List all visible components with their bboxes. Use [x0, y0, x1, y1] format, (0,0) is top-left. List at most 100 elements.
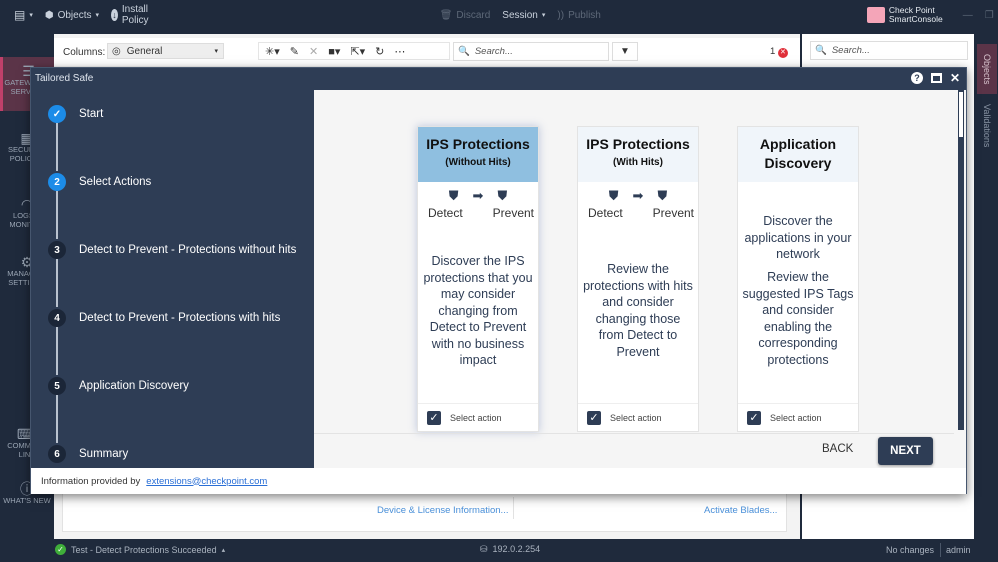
search-icon: 🔍 [815, 45, 827, 56]
columns-dropdown[interactable]: ◎ General ▾ [107, 43, 224, 59]
discard-button[interactable]: 🗑 Discard [434, 10, 497, 21]
new-icon[interactable]: ✳▾ [265, 45, 280, 58]
step-protections-with-hits[interactable]: 4 Detect to Prevent - Protections with hi… [48, 309, 280, 327]
maximize-icon[interactable] [930, 73, 942, 83]
smartconsole-logo-icon [866, 7, 885, 23]
step-connector [56, 327, 58, 375]
status-bar: ✓ Test - Detect Protections Succeeded ▴ ⛁ 1… [0, 539, 998, 562]
task-status[interactable]: ✓ Test - Detect Protections Succeeded ▴ [55, 544, 225, 555]
card-description: Review the suggested IPS Tags and consid… [742, 270, 854, 367]
main-menu-button[interactable]: ▤ ▾ [0, 8, 39, 22]
step-number: 2 [48, 173, 66, 191]
cube-icon: ⬢ [44, 9, 54, 21]
card-application-discovery[interactable]: Application Discovery Discover the appli… [737, 126, 859, 432]
step-protections-without-hits[interactable]: 3 Detect to Prevent - Protections without… [48, 241, 296, 259]
help-icon[interactable]: ? [910, 72, 923, 84]
minimize-window-button[interactable]: — [957, 10, 979, 21]
success-icon: ✓ [55, 544, 66, 555]
delete-icon[interactable]: ✕ [309, 45, 318, 58]
select-action-checkbox[interactable]: ✓ Select action [738, 403, 858, 431]
card-header: IPS Protections (With Hits) [578, 127, 698, 182]
search-icon: 🔍 [458, 46, 470, 57]
next-button[interactable]: NEXT [878, 437, 933, 465]
top-bar: ▤ ▾ ⬢ Objects ▾ ↓ Install Policy 🗑 Discard Se… [0, 0, 998, 30]
filter-icon: ▼ [620, 46, 630, 57]
columns-icon: ◎ [112, 45, 121, 57]
error-count[interactable]: 1 ✕ [770, 46, 788, 58]
step-summary[interactable]: 6 Summary [48, 445, 128, 463]
detect-label: Detect [588, 206, 623, 220]
card-description: Review the protections with hits and con… [583, 262, 693, 359]
objects-search-input[interactable]: 🔍 Search... [810, 41, 968, 60]
prevent-label: Prevent [492, 206, 534, 220]
select-action-checkbox[interactable]: ✓ Select action [418, 403, 538, 431]
wizard-stepper: ✓ Start 2 Select Actions 3 Detect to Preven… [31, 90, 314, 468]
install-policy-button[interactable]: ↓ Install Policy [105, 4, 160, 26]
card-ips-with-hits[interactable]: IPS Protections (With Hits) ⛊ ➡ ⛊ Detect Pre… [577, 126, 699, 432]
action-icons: ✳▾ ✎ ✕ ■▾ ⇱▾ ↻ ⋯ [258, 42, 450, 60]
detect-prevent-icons: ⛊ ➡ ⛊ [418, 188, 538, 204]
prevent-shield-icon: ⛊ [497, 188, 508, 203]
step-connector [56, 191, 58, 239]
card-description: Discover the applications in your networ… [744, 214, 852, 261]
restore-window-button[interactable]: ❐ [979, 10, 998, 21]
search-input[interactable]: 🔍 Search... [453, 42, 609, 61]
trash-icon: 🗑 [439, 9, 453, 21]
scripts-icon[interactable]: ■▾ [328, 45, 340, 58]
refresh-icon[interactable]: ↻ [375, 45, 384, 58]
edit-icon[interactable]: ✎ [290, 45, 299, 58]
wizard-content: IPS Protections (Without Hits) ⛊ ➡ ⛊ Detect… [314, 90, 966, 468]
content-scrollbar[interactable] [958, 90, 964, 430]
divider [940, 543, 941, 557]
detect-shield-icon: ⛊ [608, 188, 619, 203]
card-ips-without-hits[interactable]: IPS Protections (Without Hits) ⛊ ➡ ⛊ Detect… [417, 126, 539, 432]
step-number: 5 [48, 377, 66, 395]
database-icon: ⛁ [480, 544, 488, 554]
tab-validations[interactable]: Validations [977, 96, 997, 156]
tab-objects[interactable]: Objects [977, 44, 997, 94]
brand-logo: Check Point SmartConsole [861, 6, 949, 24]
server-status: ⛁ 192.0.2.254 [480, 544, 541, 554]
card-header: IPS Protections (Without Hits) [418, 127, 538, 182]
close-icon[interactable]: ✕ [950, 71, 960, 85]
prevent-shield-icon: ⛊ [657, 188, 668, 203]
dialog-title: Tailored Safe [35, 73, 94, 84]
device-license-link[interactable]: Device & License Information... [377, 505, 508, 516]
more-icon[interactable]: ⋯ [394, 45, 405, 58]
check-icon: ✓ [48, 105, 66, 123]
checkbox-checked-icon: ✓ [747, 410, 761, 425]
detect-prevent-icons: ⛊ ➡ ⛊ [578, 188, 698, 204]
columns-label: Columns: [63, 47, 106, 58]
step-connector [56, 259, 58, 307]
publish-icon: )) [557, 9, 565, 21]
select-action-checkbox[interactable]: ✓ Select action [578, 403, 698, 431]
changes-status: No changes [886, 545, 935, 555]
scrollbar-thumb[interactable] [959, 92, 963, 137]
extensions-email-link[interactable]: extensions@checkpoint.com [146, 476, 267, 487]
error-icon: ✕ [777, 48, 788, 58]
tailored-safe-dialog: Tailored Safe ? ✕ ✓ Start 2 Select Actions… [30, 67, 967, 494]
step-application-discovery[interactable]: 5 Application Discovery [48, 377, 189, 395]
install-icon: ↓ [111, 9, 118, 21]
divider [513, 497, 514, 519]
dialog-controls: ? ✕ [910, 71, 960, 85]
publish-button[interactable]: )) Publish [551, 10, 606, 21]
session-menu[interactable]: Session ▾ [496, 10, 551, 21]
prevent-label: Prevent [652, 206, 694, 220]
detect-shield-icon: ⛊ [448, 188, 459, 203]
checkbox-checked-icon: ✓ [427, 410, 441, 425]
export-icon[interactable]: ⇱▾ [350, 45, 365, 58]
toolbar: Columns: ◎ General ▾ ✳▾ ✎ ✕ ■▾ ⇱▾ ↻ ⋯ 🔍 Search...… [54, 38, 800, 66]
card-description: Discover the IPS protections that you ma… [423, 254, 533, 367]
filter-button[interactable]: ▼ [612, 42, 638, 61]
step-number: 4 [48, 309, 66, 327]
menu-icon: ▤ [14, 8, 26, 22]
activate-blades-link[interactable]: Activate Blades... [704, 505, 777, 516]
card-header: Application Discovery [738, 127, 858, 182]
objects-menu[interactable]: ⬢ Objects ▾ [39, 10, 105, 21]
checkbox-checked-icon: ✓ [587, 410, 601, 425]
step-start[interactable]: ✓ Start [48, 105, 103, 123]
footer-text: Information provided by [41, 475, 141, 487]
back-button[interactable]: BACK [822, 443, 853, 455]
step-select-actions[interactable]: 2 Select Actions [48, 173, 151, 191]
